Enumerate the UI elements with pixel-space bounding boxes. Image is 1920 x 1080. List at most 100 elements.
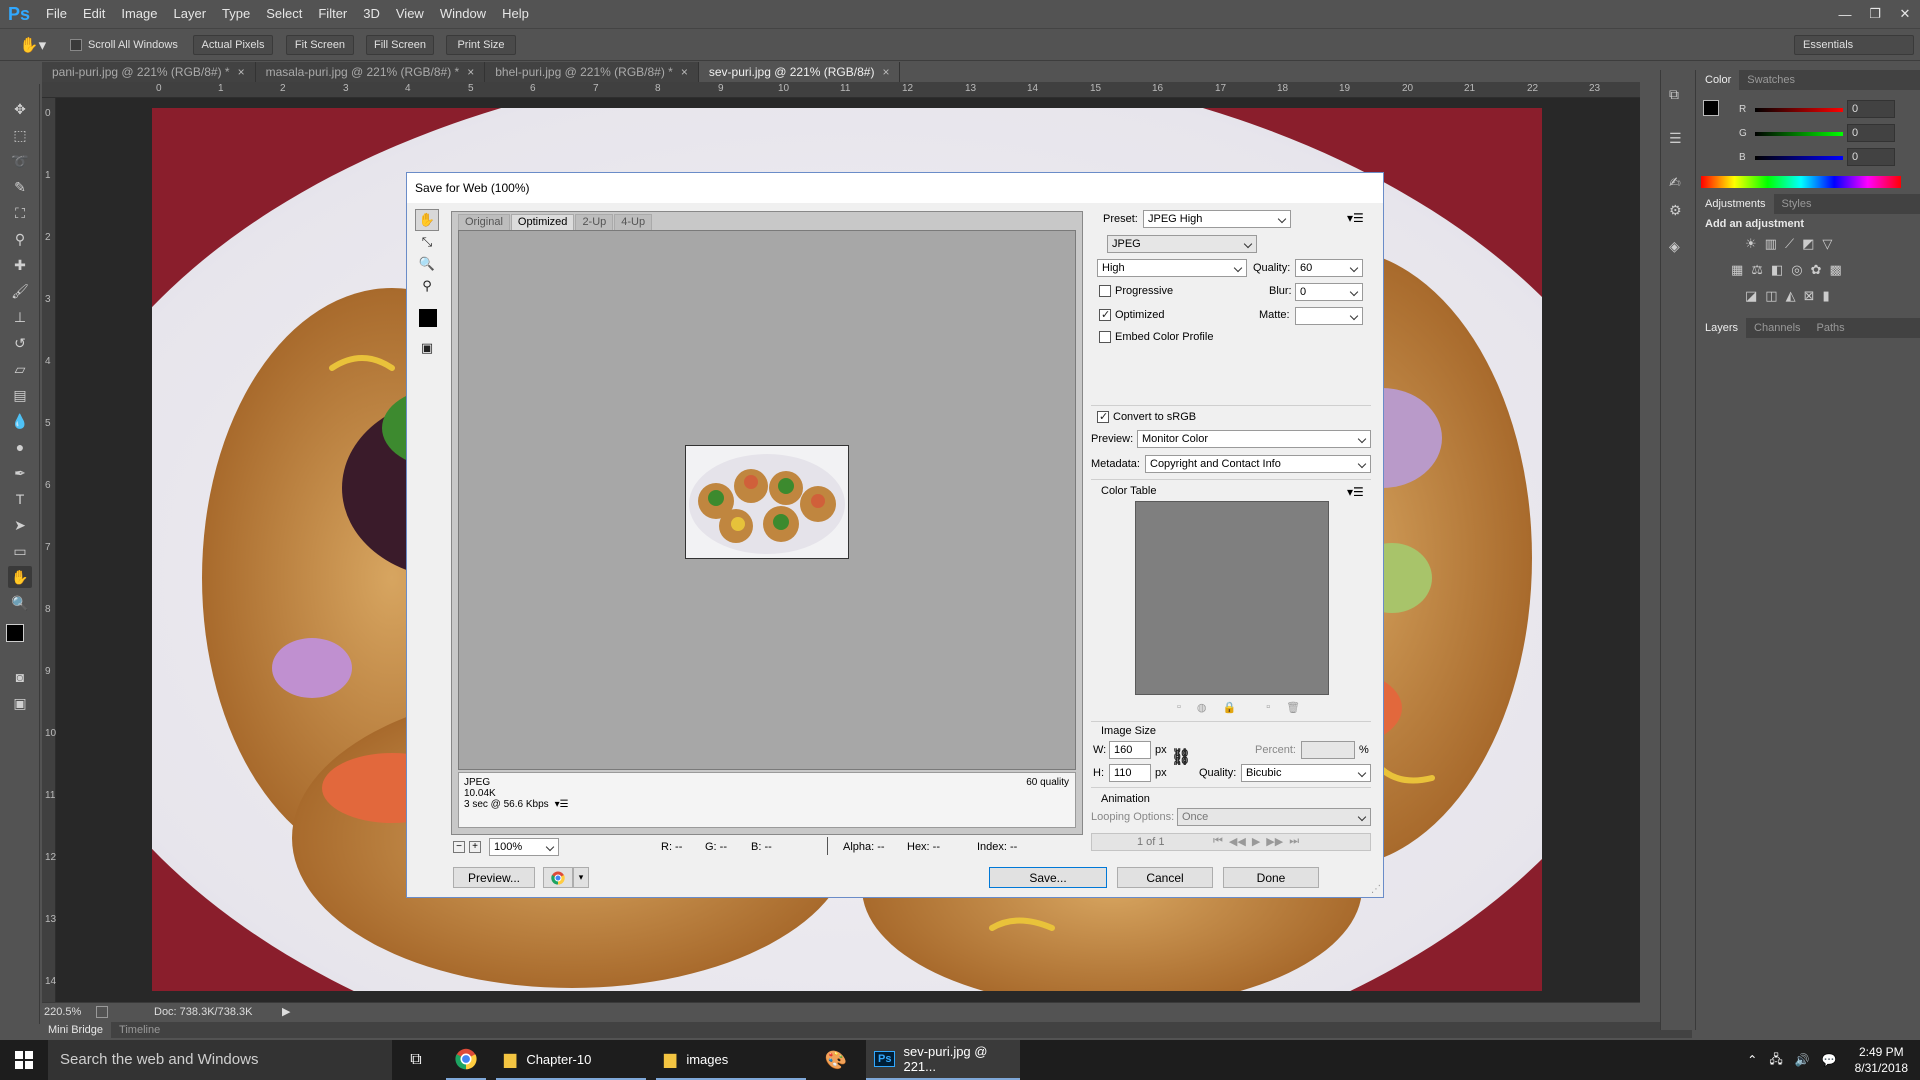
network-icon[interactable]: 🖧 bbox=[1763, 1050, 1788, 1071]
dialog-zoom-tool-icon[interactable]: 🔍 bbox=[415, 253, 439, 275]
eyedropper-color-swatch[interactable] bbox=[419, 309, 437, 327]
tab-original[interactable]: Original bbox=[458, 214, 510, 230]
b-slider[interactable] bbox=[1755, 156, 1843, 160]
action-center-icon[interactable]: 💬 bbox=[1816, 1053, 1843, 1067]
brush-panel-icon[interactable]: ✍ bbox=[1669, 174, 1681, 191]
hand-tool-preset-icon[interactable]: ✋▾ bbox=[18, 35, 48, 55]
info-menu-icon[interactable]: ▾☰ bbox=[555, 799, 569, 810]
optimized-checkbox[interactable] bbox=[1099, 308, 1111, 321]
next-frame-icon[interactable]: ▶▶ bbox=[1266, 835, 1283, 848]
clone-stamp-tool-icon[interactable]: ⊥ bbox=[8, 306, 32, 328]
hue-saturation-icon[interactable]: ▦ bbox=[1731, 262, 1743, 278]
doc-tab-masala-puri[interactable]: masala-puri.jpg @ 221% (RGB/8#) * × bbox=[255, 62, 486, 82]
doc-tab-bhel-puri[interactable]: bhel-puri.jpg @ 221% (RGB/8#) * × bbox=[485, 62, 699, 82]
play-icon[interactable]: ▶ bbox=[1252, 835, 1260, 848]
preview-color-select[interactable]: Monitor Color bbox=[1137, 430, 1371, 448]
properties-panel-icon[interactable]: ☰ bbox=[1669, 130, 1682, 147]
close-window-button[interactable]: ✕ bbox=[1890, 0, 1920, 28]
progressive-checkbox[interactable] bbox=[1099, 285, 1111, 297]
menu-help[interactable]: Help bbox=[494, 0, 537, 28]
levels-adjustment-icon[interactable]: ▥ bbox=[1765, 236, 1777, 252]
dodge-tool-icon[interactable]: ● bbox=[8, 436, 32, 458]
zoom-level[interactable]: 220.5% bbox=[44, 1006, 81, 1018]
tab-timeline[interactable]: Timeline bbox=[111, 1022, 168, 1038]
menu-3d[interactable]: 3D bbox=[355, 0, 388, 28]
tab-channels[interactable]: Channels bbox=[1746, 318, 1808, 338]
height-input[interactable]: 110 bbox=[1109, 764, 1151, 782]
browser-dropdown-icon[interactable]: ▾ bbox=[573, 867, 589, 888]
delete-color-icon[interactable]: 🗑 bbox=[1286, 701, 1300, 714]
zoom-in-icon[interactable]: + bbox=[469, 841, 481, 853]
r-value-field[interactable]: 0 bbox=[1847, 100, 1895, 118]
shape-tool-icon[interactable]: ▭ bbox=[8, 540, 32, 562]
history-brush-tool-icon[interactable]: ↺ bbox=[8, 332, 32, 354]
status-export-icon[interactable] bbox=[96, 1006, 108, 1018]
convert-srgb-checkbox[interactable] bbox=[1097, 410, 1109, 423]
cancel-button[interactable]: Cancel bbox=[1117, 867, 1213, 888]
zoom-out-icon[interactable]: − bbox=[453, 841, 465, 853]
scroll-all-windows-checkbox[interactable] bbox=[70, 39, 82, 51]
last-frame-icon[interactable]: ⏭ bbox=[1289, 835, 1299, 848]
selective-color-icon[interactable]: ⊠ bbox=[1804, 288, 1815, 304]
menu-window[interactable]: Window bbox=[432, 0, 494, 28]
tab-2-up[interactable]: 2-Up bbox=[575, 214, 614, 230]
close-tab-icon[interactable]: × bbox=[238, 65, 245, 79]
workspace-switcher[interactable]: Essentials bbox=[1794, 35, 1914, 55]
map-color-icon[interactable]: ▫ bbox=[1177, 701, 1181, 714]
fill-screen-button[interactable]: Fill Screen bbox=[366, 35, 434, 55]
menu-type[interactable]: Type bbox=[214, 0, 258, 28]
save-button[interactable]: Save... bbox=[989, 867, 1107, 888]
doc-tab-sev-puri[interactable]: sev-puri.jpg @ 221% (RGB/8#) × bbox=[698, 62, 901, 82]
blur-tool-icon[interactable]: 💧 bbox=[8, 410, 32, 432]
g-value-field[interactable]: 0 bbox=[1847, 124, 1895, 142]
matte-select[interactable] bbox=[1295, 307, 1363, 325]
move-tool-icon[interactable]: ✥ bbox=[8, 98, 32, 120]
type-tool-icon[interactable]: T bbox=[8, 488, 32, 510]
actual-pixels-button[interactable]: Actual Pixels bbox=[193, 35, 273, 55]
tab-4-up[interactable]: 4-Up bbox=[614, 214, 653, 230]
menu-file[interactable]: File bbox=[38, 0, 75, 28]
r-slider[interactable] bbox=[1755, 108, 1843, 112]
file-format-select[interactable]: JPEG bbox=[1107, 235, 1257, 253]
curves-adjustment-icon[interactable]: ⟋ bbox=[1785, 236, 1794, 252]
optimized-preview-area[interactable] bbox=[458, 230, 1076, 770]
tab-adjustments[interactable]: Adjustments bbox=[1697, 194, 1774, 214]
web-snap-icon[interactable]: ◍ bbox=[1197, 701, 1207, 714]
menu-layer[interactable]: Layer bbox=[166, 0, 215, 28]
hand-tool-icon[interactable]: ✋ bbox=[8, 566, 32, 588]
eraser-tool-icon[interactable]: ▱ bbox=[8, 358, 32, 380]
invert-icon[interactable]: ◪ bbox=[1745, 288, 1757, 304]
blur-input[interactable]: 0 bbox=[1295, 283, 1363, 301]
menu-select[interactable]: Select bbox=[258, 0, 310, 28]
screen-mode-icon[interactable]: ▣ bbox=[8, 692, 32, 714]
dialog-hand-tool-icon[interactable]: ✋ bbox=[415, 209, 439, 231]
threshold-icon[interactable]: ◭ bbox=[1786, 288, 1796, 304]
color-balance-icon[interactable]: ⚖ bbox=[1751, 262, 1763, 278]
color-table-grid[interactable] bbox=[1135, 501, 1329, 695]
vibrance-adjustment-icon[interactable]: ▽ bbox=[1822, 236, 1832, 252]
close-tab-icon[interactable]: × bbox=[681, 65, 688, 79]
dialog-eyedropper-tool-icon[interactable]: ⚲ bbox=[415, 275, 439, 297]
chrome-taskbar-icon[interactable] bbox=[446, 1040, 486, 1080]
zoom-level-select[interactable]: 100% bbox=[489, 838, 559, 856]
tab-mini-bridge[interactable]: Mini Bridge bbox=[40, 1022, 112, 1038]
crop-tool-icon[interactable]: ⛶ bbox=[8, 202, 32, 224]
resample-quality-select[interactable]: Bicubic bbox=[1241, 764, 1371, 782]
menu-edit[interactable]: Edit bbox=[75, 0, 113, 28]
print-size-button[interactable]: Print Size bbox=[446, 35, 516, 55]
lasso-tool-icon[interactable]: ➰ bbox=[8, 150, 32, 172]
task-view-icon[interactable]: ⧉ bbox=[396, 1040, 436, 1080]
close-tab-icon[interactable]: × bbox=[467, 65, 474, 79]
color-table-menu-icon[interactable]: ▾☰ bbox=[1347, 485, 1364, 499]
previous-frame-icon[interactable]: ◀◀ bbox=[1229, 835, 1246, 848]
first-frame-icon[interactable]: ⏮ bbox=[1213, 835, 1223, 848]
tab-color[interactable]: Color bbox=[1697, 70, 1740, 90]
tab-paths[interactable]: Paths bbox=[1809, 318, 1853, 338]
tab-swatches[interactable]: Swatches bbox=[1739, 70, 1803, 90]
black-white-icon[interactable]: ◧ bbox=[1771, 262, 1783, 278]
tab-layers[interactable]: Layers bbox=[1697, 318, 1747, 338]
done-button[interactable]: Done bbox=[1223, 867, 1319, 888]
quick-select-tool-icon[interactable]: ✎ bbox=[8, 176, 32, 198]
zoom-tool-icon[interactable]: 🔍 bbox=[8, 592, 32, 614]
browser-chrome-icon[interactable] bbox=[543, 867, 573, 888]
